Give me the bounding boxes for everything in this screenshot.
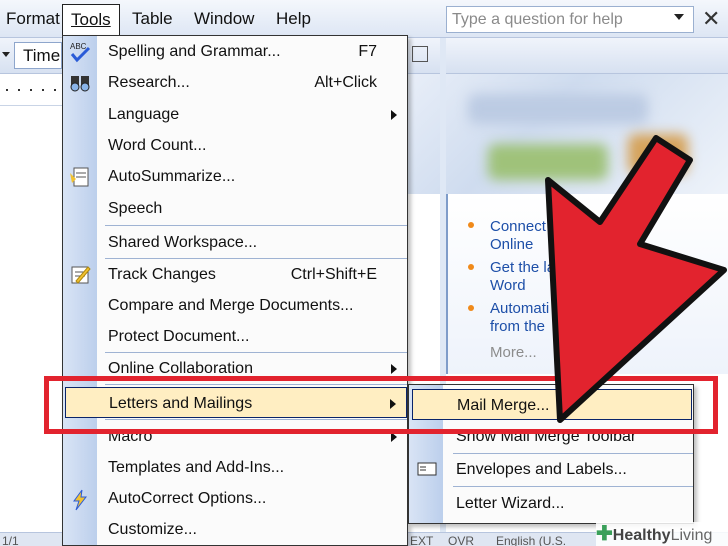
menu-bar: Format Tools Table Window Help Type a qu… <box>0 0 728 38</box>
menu-help[interactable]: Help <box>268 4 319 34</box>
taskpane-link-news[interactable]: Get the la Word <box>490 259 555 295</box>
submenu-arrow-icon <box>391 364 397 374</box>
menu-item-word-count[interactable]: Word Count... <box>97 130 407 161</box>
menu-item-track-changes[interactable]: Track Changes Ctrl+Shift+E <box>97 259 407 290</box>
font-name-input[interactable]: Time <box>14 42 62 69</box>
ruler <box>0 76 62 106</box>
help-dropdown-icon[interactable] <box>674 14 684 20</box>
status-ovr[interactable]: OVR <box>448 534 474 546</box>
submenu-arrow-icon <box>391 110 397 120</box>
status-language: English (U.S. <box>496 534 567 546</box>
taskpane-more-link[interactable]: More... <box>490 344 537 361</box>
plus-icon: ✚ <box>596 523 613 545</box>
autosummarize-icon <box>70 167 89 187</box>
menu-format[interactable]: Format <box>0 4 68 34</box>
menu-item-research[interactable]: Research... Alt+Click <box>97 67 407 98</box>
menu-item-spelling[interactable]: Spelling and Grammar... F7 <box>97 36 407 67</box>
menu-item-autosummarize[interactable]: AutoSummarize... <box>97 161 407 192</box>
menu-table[interactable]: Table <box>124 4 181 34</box>
menu-item-protect-document[interactable]: Protect Document... <box>97 321 407 352</box>
menu-window[interactable]: Window <box>186 4 262 34</box>
research-icon <box>70 76 90 92</box>
menu-tools[interactable]: Tools <box>62 4 120 38</box>
task-pane: Connect Online Get the la Word Automati fro… <box>446 194 728 374</box>
menu-item-autocorrect[interactable]: AutoCorrect Options... <box>97 483 407 514</box>
taskpane-header-blurred <box>408 74 728 194</box>
submenu-item-letter-wizard[interactable]: Letter Wizard... <box>412 488 692 519</box>
bullet-icon <box>468 264 474 270</box>
close-icon[interactable]: ✕ <box>702 4 720 34</box>
bullet-icon <box>468 222 474 228</box>
menu-item-speech[interactable]: Speech <box>97 193 407 224</box>
document-area[interactable] <box>0 106 62 546</box>
healthy-living-watermark: ✚HealthyLiving <box>596 522 728 546</box>
status-ext[interactable]: EXT <box>410 534 433 546</box>
menu-separator <box>105 225 407 226</box>
bullet-icon <box>468 305 474 311</box>
taskpane-link-connect[interactable]: Connect Online <box>490 218 546 254</box>
spelling-check-icon: ABC <box>70 42 91 63</box>
svg-text:ABC: ABC <box>70 42 87 51</box>
standard-toolbar <box>408 38 728 74</box>
highlight-box <box>44 376 718 434</box>
menu-item-compare-merge[interactable]: Compare and Merge Documents... <box>97 290 407 321</box>
help-search-input[interactable]: Type a question for help <box>446 6 694 33</box>
style-dropdown-icon[interactable] <box>2 52 10 57</box>
status-page: 1/1 <box>2 534 19 546</box>
track-changes-icon <box>71 266 91 284</box>
menu-item-templates[interactable]: Templates and Add-Ins... <box>97 452 407 483</box>
align-icon[interactable] <box>412 46 428 62</box>
menu-item-customize[interactable]: Customize... <box>97 514 407 545</box>
autocorrect-lightning-icon <box>73 489 88 511</box>
tools-menu: ABC Spelling and Grammar... F7 Research..… <box>62 35 408 546</box>
taskpane-link-update[interactable]: Automati from the <box>490 300 549 336</box>
menu-icon-gutter <box>63 36 97 545</box>
menu-item-language[interactable]: Language <box>97 99 407 130</box>
menu-separator <box>453 486 693 487</box>
formatting-toolbar: Time <box>0 38 62 74</box>
submenu-item-envelopes-labels[interactable]: Envelopes and Labels... <box>412 454 692 485</box>
menu-item-shared-workspace[interactable]: Shared Workspace... <box>97 227 407 258</box>
